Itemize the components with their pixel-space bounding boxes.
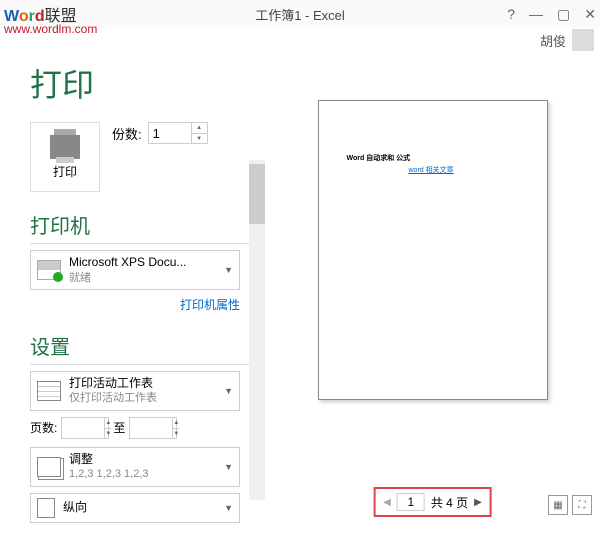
chevron-down-icon: ▼ [224,265,233,275]
watermark-url: www.wordlm.com [4,22,97,36]
maximize-button[interactable]: ▢ [557,6,570,23]
page-navigator: ◀ 共 4 页 ▶ [373,487,492,517]
portrait-icon [37,498,55,518]
printer-properties-link[interactable]: 打印机属性 [30,296,240,313]
printer-name: Microsoft XPS Docu... [69,255,216,271]
copies-up[interactable]: ▲ [192,123,207,134]
preview-content-2: word 相关文章 [409,165,454,175]
page-total-label: 共 4 页 [431,494,468,511]
printer-dropdown[interactable]: Microsoft XPS Docu... 就绪 ▼ [30,250,240,290]
current-page-input[interactable] [397,493,425,511]
preview-content-1: Word 自动求和 公式 [347,153,411,163]
show-margins-button[interactable]: ▦ [548,495,568,515]
print-scope-dropdown[interactable]: 打印活动工作表 仅打印活动工作表 ▼ [30,371,240,411]
copies-label: 份数: [112,124,142,143]
pages-to-label: 至 [113,419,125,436]
print-preview: Word 自动求和 公式 word 相关文章 [318,100,548,400]
collate-dropdown[interactable]: 调整 1,2,3 1,2,3 1,2,3 ▼ [30,447,240,487]
window-title: 工作簿1 - Excel [255,5,345,24]
orientation-dropdown[interactable]: 纵向 ▼ [30,493,240,523]
print-button[interactable]: 打印 [30,122,100,192]
copies-down[interactable]: ▼ [192,134,207,144]
chevron-down-icon: ▼ [224,503,233,513]
sheet-icon [37,381,61,401]
settings-heading: 设置 [30,331,70,360]
zoom-to-page-button[interactable]: ⛶ [572,495,592,515]
left-scrollbar[interactable] [249,160,265,500]
chevron-down-icon: ▼ [224,462,233,472]
printer-device-icon [37,260,61,280]
pages-to-spinner[interactable]: ▲▼ [129,417,177,439]
prev-page-button[interactable]: ◀ [383,497,391,508]
scrollbar-thumb[interactable] [249,164,265,224]
printer-heading: 打印机 [30,210,90,239]
printer-status: 就绪 [69,271,216,285]
pages-from-spinner[interactable]: ▲▼ [61,417,109,439]
next-page-button[interactable]: ▶ [474,497,482,508]
avatar[interactable] [572,29,594,51]
pages-to-input[interactable] [130,418,172,438]
copies-spinner[interactable]: ▲▼ [148,122,208,144]
close-button[interactable]: ✕ [584,6,596,23]
pages-label: 页数: [30,419,57,436]
printer-icon [50,135,80,159]
collate-icon [37,457,61,477]
user-name[interactable]: 胡俊 [540,31,566,50]
chevron-down-icon: ▼ [224,386,233,396]
copies-input[interactable] [149,123,191,143]
help-button[interactable]: ? [507,6,515,22]
minimize-button[interactable]: — [529,6,543,22]
page-title: 打印 [30,60,265,106]
pages-from-input[interactable] [62,418,104,438]
